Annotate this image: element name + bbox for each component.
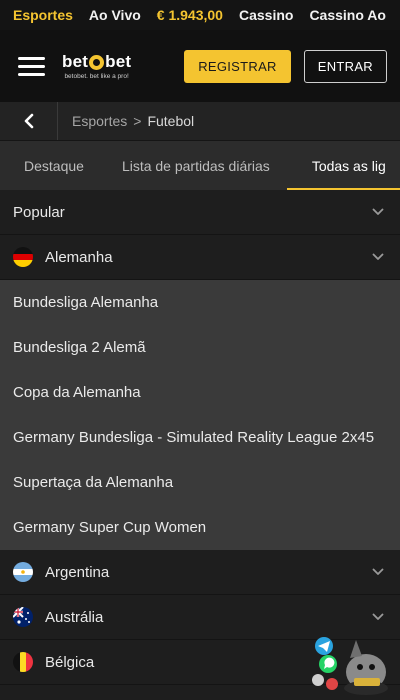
country-argentina-label: Argentina [45,563,110,581]
breadcrumb-sports[interactable]: Esportes [72,113,127,129]
tab-bar: Destaque Lista de partidas diárias Todas… [0,140,400,190]
chevron-down-icon [372,253,384,260]
breadcrumb-bar: Esportes > Futebol [0,102,400,140]
logo-text-right: bet [105,52,132,71]
brand-logo[interactable]: bet bet betobet. bet like a pro! [62,52,131,80]
hamburger-icon[interactable] [18,56,45,76]
topnav-casino[interactable]: Cassino [231,7,301,23]
mascot-icon [344,640,388,695]
chat-widget[interactable] [308,636,392,696]
germany-flag-icon [13,247,33,267]
country-germany-label: Alemanha [45,248,113,266]
topnav-jackpot[interactable]: € 1.943,00 [149,7,231,23]
league-item[interactable]: Germany Super Cup Women [0,505,400,550]
section-popular-label: Popular [13,203,65,221]
breadcrumb-separator: > [133,113,142,129]
belgium-flag-icon [13,652,33,672]
chevron-down-icon [372,613,384,620]
league-item[interactable]: Copa da Alemanha [0,370,400,415]
topnav-live[interactable]: Ao Vivo [81,7,149,23]
register-button[interactable]: REGISTRAR [184,49,291,83]
breadcrumb-football: Futebol [147,113,195,129]
country-germany[interactable]: Alemanha [0,235,400,280]
country-australia[interactable]: Austrália [0,595,400,640]
chevron-left-icon [24,113,33,129]
top-navigation: Esportes Ao Vivo € 1.943,00 Cassino Cass… [0,0,400,30]
back-button[interactable] [0,102,58,140]
section-popular[interactable]: Popular [0,190,400,235]
country-argentina[interactable]: Argentina [0,550,400,595]
country-belgium-label: Bélgica [45,653,95,671]
germany-league-list: Bundesliga Alemanha Bundesliga 2 Alemã C… [0,280,400,550]
topnav-sports[interactable]: Esportes [0,7,81,23]
country-australia-label: Austrália [45,608,104,626]
logo-tagline: betobet. bet like a pro! [64,73,129,80]
chevron-down-icon [372,568,384,575]
breadcrumb: Esportes > Futebol [58,113,194,129]
login-button[interactable]: ENTRAR [303,49,387,83]
site-header: bet bet betobet. bet like a pro! REGISTR… [0,30,400,102]
league-item[interactable]: Bundesliga 2 Alemã [0,325,400,370]
whatsapp-icon[interactable] [319,655,337,673]
tab-daily-matches[interactable]: Lista de partidas diárias [122,141,287,190]
australia-flag-icon [13,607,33,627]
argentina-flag-icon [13,562,33,582]
logo-text-left: bet [62,52,89,71]
tab-all-leagues[interactable]: Todas as lig [286,141,400,190]
league-item[interactable]: Bundesliga Alemanha [0,280,400,325]
message-icon[interactable] [312,674,338,690]
telegram-icon[interactable] [315,637,333,655]
logo-ball-icon [89,54,105,70]
tab-highlights[interactable]: Destaque [0,141,122,190]
topnav-live-casino[interactable]: Cassino Ao [301,7,394,23]
league-item[interactable]: Supertaça da Alemanha [0,460,400,505]
chevron-down-icon [372,208,384,215]
league-item[interactable]: Germany Bundesliga - Simulated Reality L… [0,415,400,460]
